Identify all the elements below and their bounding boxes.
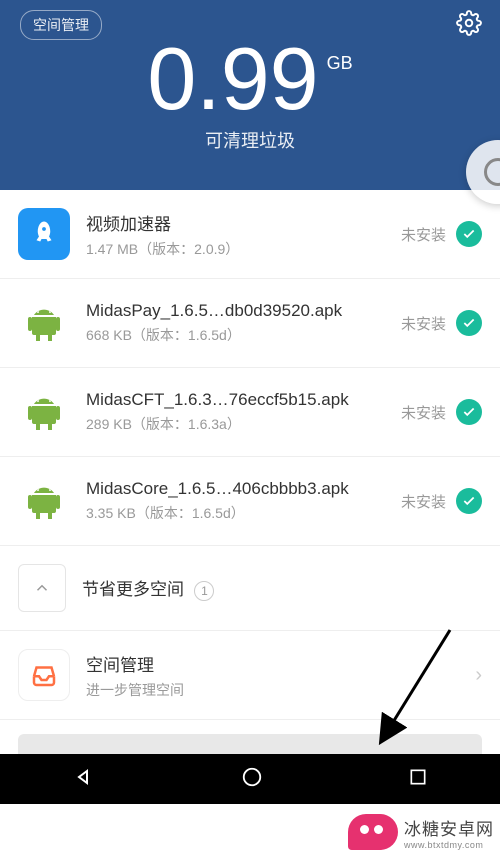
space-mgmt-row[interactable]: 空间管理 进一步管理空间 › (0, 631, 500, 720)
check-icon[interactable] (456, 399, 482, 425)
chevron-up-icon (18, 564, 66, 612)
header-panel: 空间管理 0.99GB 可清理垃圾 (0, 0, 500, 190)
list-item[interactable]: MidasPay_1.6.5…db0d39520.apk 668 KB（版本：1… (0, 279, 500, 368)
android-navbar (0, 754, 500, 804)
item-body: MidasPay_1.6.5…db0d39520.apk 668 KB（版本：1… (86, 301, 401, 345)
watermark-url: www.btxtdmy.com (404, 840, 494, 850)
app-list: 视频加速器 1.47 MB（版本：2.0.9） 未安装 MidasPay_1.6… (0, 190, 500, 720)
count-badge: 1 (194, 581, 214, 601)
space-mgmt-sub: 进一步管理空间 (86, 680, 475, 700)
item-body: MidasCore_1.6.5…406cbbbb3.apk 3.35 KB（版本… (86, 479, 401, 523)
android-icon (18, 386, 70, 438)
item-title: 视频加速器 (86, 210, 401, 235)
item-status: 未安装 (401, 491, 446, 512)
back-icon[interactable] (72, 765, 96, 794)
item-meta: 668 KB（版本：1.6.5d） (86, 325, 401, 345)
item-status: 未安装 (401, 224, 446, 245)
cleanable-subtitle: 可清理垃圾 (0, 127, 500, 153)
item-status: 未安装 (401, 402, 446, 423)
list-item[interactable]: 视频加速器 1.47 MB（版本：2.0.9） 未安装 (0, 190, 500, 279)
item-status: 未安装 (401, 313, 446, 334)
chevron-right-icon: › (475, 664, 482, 687)
recent-icon[interactable] (408, 767, 428, 792)
item-title: MidasCFT_1.6.3…76eccf5b15.apk (86, 390, 401, 410)
check-icon[interactable] (456, 310, 482, 336)
size-value: 0.99 (147, 35, 318, 123)
item-meta: 289 KB（版本：1.6.3a） (86, 414, 401, 434)
watermark: 冰糖安卓网 www.btxtdmy.com (348, 814, 494, 850)
inbox-icon (18, 649, 70, 701)
item-body: 空间管理 进一步管理空间 (86, 651, 475, 700)
item-meta: 1.47 MB（版本：2.0.9） (86, 239, 401, 259)
list-item[interactable]: MidasCore_1.6.5…406cbbbb3.apk 3.35 KB（版本… (0, 457, 500, 546)
rocket-icon (18, 208, 70, 260)
settings-icon[interactable] (456, 10, 482, 36)
size-unit: GB (327, 53, 353, 73)
android-icon (18, 297, 70, 349)
cleanable-size: 0.99 GB 可清理垃圾 (0, 35, 500, 153)
watermark-name: 冰糖安卓网 (404, 820, 494, 839)
check-icon[interactable] (456, 488, 482, 514)
home-icon[interactable] (241, 766, 263, 793)
item-title: MidasPay_1.6.5…db0d39520.apk (86, 301, 401, 321)
android-icon (18, 475, 70, 527)
save-more-label: 节省更多空间 (82, 580, 184, 599)
list-item[interactable]: MidasCFT_1.6.3…76eccf5b15.apk 289 KB（版本：… (0, 368, 500, 457)
item-title: MidasCore_1.6.5…406cbbbb3.apk (86, 479, 401, 499)
item-meta: 3.35 KB（版本：1.6.5d） (86, 503, 401, 523)
save-more-row[interactable]: 节省更多空间 1 (0, 546, 500, 631)
check-icon[interactable] (456, 221, 482, 247)
space-mgmt-title: 空间管理 (86, 651, 475, 676)
watermark-logo-icon (348, 814, 398, 850)
item-body: 视频加速器 1.47 MB（版本：2.0.9） (86, 210, 401, 259)
item-body: MidasCFT_1.6.3…76eccf5b15.apk 289 KB（版本：… (86, 390, 401, 434)
